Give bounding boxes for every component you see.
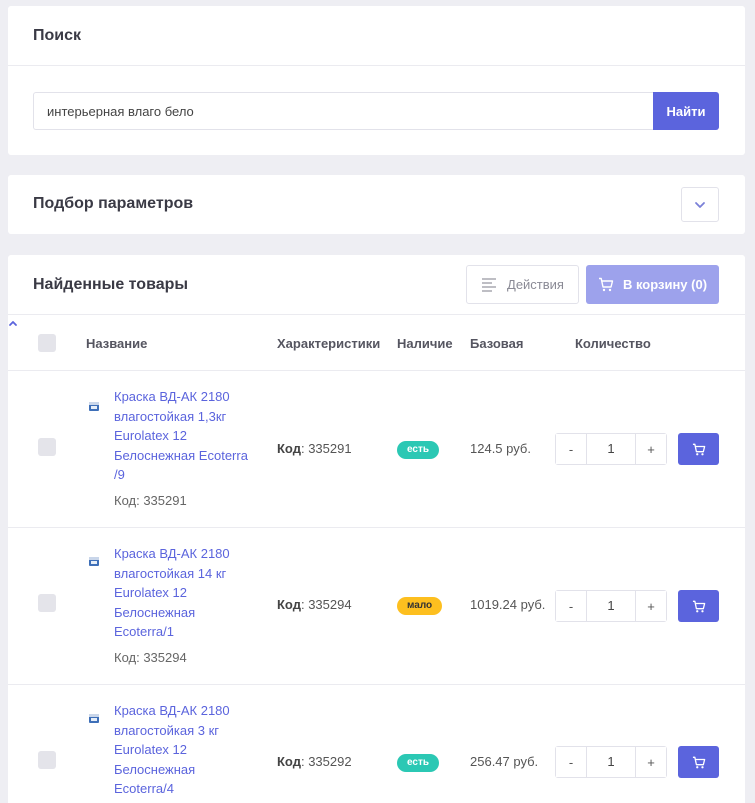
results-header: Найденные товары Действия В корзину (0) [8,255,745,315]
column-price: Базовая [470,336,524,351]
search-input[interactable] [33,92,653,130]
filter-toggle-button[interactable] [681,187,719,222]
cart-icon [692,443,705,455]
table-row: Краска ВД-АК 2180 влагостойкая 14 кг Eur… [8,528,745,685]
quantity-field[interactable]: 1 [586,591,636,621]
product-code: Код: 335294 [114,650,187,665]
filter-title: Подбор параметров [33,195,194,212]
row-checkbox[interactable] [38,751,56,769]
product-characteristics: Код: 335292 [277,754,352,769]
product-name-link[interactable]: Краска ВД-АК 2180 влагостойкая 14 кг Eur… [114,544,254,642]
results-card: Найденные товары Действия В корзину (0) [8,255,745,803]
quantity-stepper: - 1 + [555,433,667,465]
add-to-cart-button[interactable] [678,746,719,778]
add-to-cart-button[interactable] [678,590,719,622]
search-button[interactable]: Найти [653,92,719,130]
quantity-field[interactable]: 1 [586,747,636,777]
product-thumbnail-icon[interactable] [88,712,100,724]
cart-all-label: В корзину (0) [622,277,708,292]
char-value: : 335291 [300,441,352,456]
row-checkbox[interactable] [38,438,56,456]
add-to-cart-all-button[interactable]: В корзину (0) [586,265,719,304]
increment-button[interactable]: + [636,434,666,464]
filter-card: Подбор параметров [8,175,745,234]
quantity-stepper: - 1 + [555,590,667,622]
column-quantity: Количество [575,336,651,351]
quantity-field[interactable]: 1 [586,434,636,464]
price: 124.5 руб. [470,441,531,456]
column-characteristics: Характеристики [277,336,381,351]
product-characteristics: Код: 335291 [277,441,352,456]
search-row: Найти [33,92,719,130]
product-code: Код: 335291 [114,493,187,508]
chevron-up-icon[interactable] [8,319,18,327]
table-row: Краска ВД-АК 2180 влагостойкая 3 кг Euro… [8,685,745,803]
add-to-cart-button[interactable] [678,433,719,465]
product-thumbnail-icon[interactable] [88,400,100,412]
price: 1019.24 руб. [470,597,546,612]
table-header: Название Характеристики Наличие Базовая … [8,315,745,371]
cart-icon [598,277,614,292]
char-label: Код [277,441,301,456]
increment-button[interactable]: + [636,747,666,777]
actions-label: Действия [507,277,564,292]
row-checkbox[interactable] [38,594,56,612]
search-title: Поиск [8,6,745,66]
cart-icon [692,600,705,612]
decrement-button[interactable]: - [556,747,586,777]
product-thumbnail-icon[interactable] [88,555,100,567]
column-availability: Наличие [397,336,453,351]
product-name-link[interactable]: Краска ВД-АК 2180 влагостойкая 3 кг Euro… [114,701,254,799]
select-all-checkbox[interactable] [38,334,56,352]
decrement-button[interactable]: - [556,591,586,621]
product-name-link[interactable]: Краска ВД-АК 2180 влагостойкая 1,3кг Eur… [114,387,254,485]
product-characteristics: Код: 335294 [277,597,352,612]
quantity-stepper: - 1 + [555,746,667,778]
price: 256.47 руб. [470,754,539,769]
cart-icon [692,756,705,768]
actions-button[interactable]: Действия [466,265,579,304]
list-icon [482,277,497,292]
column-name[interactable]: Название [86,336,147,351]
stock-badge: есть [397,441,440,459]
char-value: : 335292 [300,754,352,769]
decrement-button[interactable]: - [556,434,586,464]
char-label: Код [277,597,301,612]
results-title: Найденные товары [33,276,189,293]
increment-button[interactable]: + [636,591,666,621]
char-value: : 335294 [300,597,352,612]
stock-badge: мало [397,597,443,615]
search-card: Поиск Найти [8,6,745,155]
char-label: Код [277,754,301,769]
chevron-down-icon [695,201,705,208]
table-row: Краска ВД-АК 2180 влагостойкая 1,3кг Eur… [8,371,745,528]
stock-badge: есть [397,754,440,772]
